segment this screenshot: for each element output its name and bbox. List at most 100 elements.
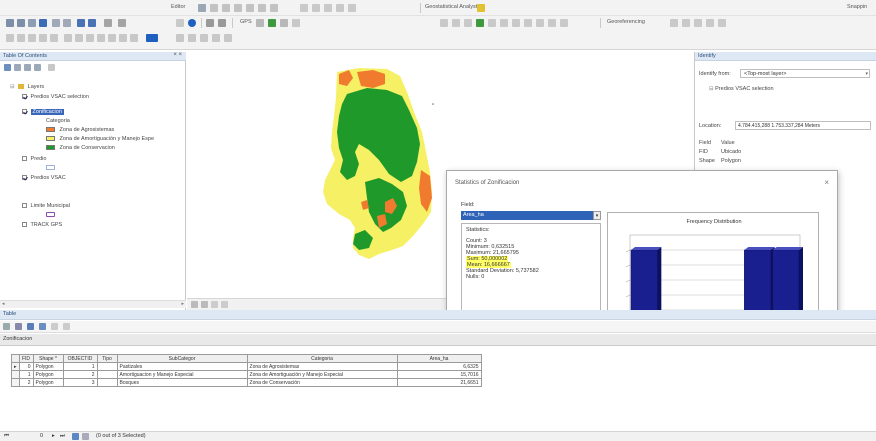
show-selected-records-icon[interactable]	[82, 433, 89, 440]
table-cell[interactable]: Polygon	[32, 370, 64, 379]
switch-selection-icon[interactable]	[39, 323, 46, 330]
layout-icon-1[interactable]	[6, 34, 14, 42]
identify-tree-item[interactable]: ⊟ Predios VSAC selection	[709, 86, 774, 92]
column-header[interactable]: FID	[18, 354, 34, 363]
georef-icon-4[interactable]	[706, 19, 714, 27]
georef-icon-2[interactable]	[682, 19, 690, 27]
list-by-drawing-order-icon[interactable]	[4, 64, 11, 71]
fixed-zoom-out-icon[interactable]	[63, 19, 71, 27]
find-icon[interactable]	[206, 19, 214, 27]
geostatistical-icon-2[interactable]	[452, 19, 460, 27]
toc-horizontal-scrollbar[interactable]: ◂ ▸	[0, 300, 186, 308]
toc-layer-predios-vsac[interactable]: Predios VSAC	[22, 175, 66, 181]
table-cell[interactable]: Zona de Amortiguación y Manejo Especial	[246, 370, 398, 379]
edit-tool-icon[interactable]	[198, 4, 206, 12]
delete-selected-icon[interactable]	[63, 323, 70, 330]
geostatistical-icon-8[interactable]	[524, 19, 532, 27]
georef-icon-1[interactable]	[670, 19, 678, 27]
layout-icon-3[interactable]	[28, 34, 36, 42]
layer-visibility-checkbox[interactable]	[22, 203, 27, 209]
column-header[interactable]: Shape *	[32, 354, 64, 363]
table-options-icon[interactable]	[3, 323, 10, 330]
vertex-icon[interactable]	[222, 4, 230, 12]
color-fill-icon[interactable]	[146, 34, 158, 42]
table-cell[interactable]: 2	[18, 378, 34, 387]
editor-icon-12[interactable]	[348, 4, 356, 12]
toc-layer-track-gps[interactable]: TRACK GPS	[22, 222, 62, 228]
table-row[interactable]: 2 Polygon 3 Bosques Zona de Conservación…	[11, 378, 482, 387]
data-view-icon[interactable]	[191, 301, 198, 308]
table-row[interactable]: ▸ 0 Polygon 1 Pastizales Zona de Agrosis…	[11, 362, 482, 371]
georef-icon-5[interactable]	[718, 19, 726, 27]
reshape-icon[interactable]	[246, 4, 254, 12]
table-tab[interactable]: Zonificacion	[0, 334, 876, 346]
table-cell[interactable]	[96, 370, 118, 379]
layer-visibility-checkbox[interactable]	[22, 175, 27, 181]
toc-layer-zonificacion[interactable]: Zonificacion	[22, 109, 64, 115]
layout-icon-2[interactable]	[17, 34, 25, 42]
identify-icon[interactable]	[188, 19, 196, 27]
editor-icon-8[interactable]	[300, 4, 308, 12]
identify-from-dropdown[interactable]: <Top-most layer> ▾	[740, 69, 870, 78]
row-selector[interactable]: ▸	[11, 362, 20, 371]
list-by-source-icon[interactable]	[14, 64, 21, 71]
forward-extent-icon[interactable]	[88, 19, 96, 27]
table-cell[interactable]: 3	[62, 378, 98, 387]
geostatistical-icon-4[interactable]	[476, 19, 484, 27]
table-cell[interactable]	[96, 378, 118, 387]
layout-icon-9[interactable]	[97, 34, 105, 42]
layout-icon-10[interactable]	[108, 34, 116, 42]
geostatistical-icon-6[interactable]	[500, 19, 508, 27]
table-cell[interactable]: 0	[18, 362, 34, 371]
select-features-icon[interactable]	[104, 19, 112, 27]
select-elements-icon[interactable]	[176, 19, 184, 27]
scroll-left-arrow-icon[interactable]: ◂	[2, 301, 5, 307]
field-select[interactable]: Area_ha	[461, 211, 593, 220]
editor-icon-10[interactable]	[324, 4, 332, 12]
last-record-icon[interactable]: ⏭	[60, 433, 65, 440]
zoom-in-icon[interactable]	[6, 19, 14, 27]
list-by-selection-icon[interactable]	[34, 64, 41, 71]
editor-menu[interactable]: Editor	[171, 4, 185, 10]
layout-icon-7[interactable]	[75, 34, 83, 42]
layout-icon-16[interactable]	[212, 34, 220, 42]
table-cell[interactable]: 21,6651	[396, 378, 482, 387]
column-header[interactable]: Categoria	[246, 354, 398, 363]
table-row[interactable]: 1 Polygon 2 Amortiguacion y Manejo Espec…	[11, 370, 482, 379]
table-cell[interactable]: Amortiguacion y Manejo Especial	[116, 370, 248, 379]
sketch-icon[interactable]	[210, 4, 218, 12]
geostatistical-icon-10[interactable]	[548, 19, 556, 27]
geostatistical-icon-3[interactable]	[464, 19, 472, 27]
fixed-zoom-in-icon[interactable]	[52, 19, 60, 27]
cut-polygon-icon[interactable]	[234, 4, 242, 12]
pause-drawing-icon[interactable]	[221, 301, 228, 308]
table-cell[interactable]: 1	[62, 362, 98, 371]
layout-icon-4[interactable]	[39, 34, 47, 42]
editor-icon-11[interactable]	[336, 4, 344, 12]
zoom-out-icon[interactable]	[17, 19, 25, 27]
table-cell[interactable]: 15,7016	[396, 370, 482, 379]
toc-layer-limite-municipal[interactable]: Limite Municipal	[22, 203, 70, 209]
refresh-icon[interactable]	[211, 301, 218, 308]
gps-icon-3[interactable]	[280, 19, 288, 27]
layers-group[interactable]: ⊟ Layers	[10, 84, 44, 90]
table-cell[interactable]: Pastizales	[116, 362, 248, 371]
column-header[interactable]: Tipo	[96, 354, 118, 363]
column-header[interactable]: SubCategor	[116, 354, 248, 363]
back-extent-icon[interactable]	[77, 19, 85, 27]
gps-icon-1[interactable]	[256, 19, 264, 27]
pan-icon[interactable]	[28, 19, 36, 27]
options-icon[interactable]	[48, 64, 55, 71]
geostatistical-icon-11[interactable]	[560, 19, 568, 27]
georeferencing-menu[interactable]: Georeferencing	[607, 19, 645, 25]
row-selector[interactable]	[11, 370, 20, 379]
table-cell[interactable]: 2	[62, 370, 98, 379]
table-cell[interactable]: Zona de Conservación	[246, 378, 398, 387]
next-record-icon[interactable]: ▸	[52, 433, 55, 439]
geostatistical-wizard-icon[interactable]	[477, 4, 485, 12]
layout-icon-5[interactable]	[50, 34, 58, 42]
toc-layer-predios-vsac-selection[interactable]: Predios VSAC selection	[22, 94, 89, 100]
gps-icon-2[interactable]	[268, 19, 276, 27]
table-cell[interactable]: Bosques	[116, 378, 248, 387]
layout-icon-12[interactable]	[130, 34, 138, 42]
